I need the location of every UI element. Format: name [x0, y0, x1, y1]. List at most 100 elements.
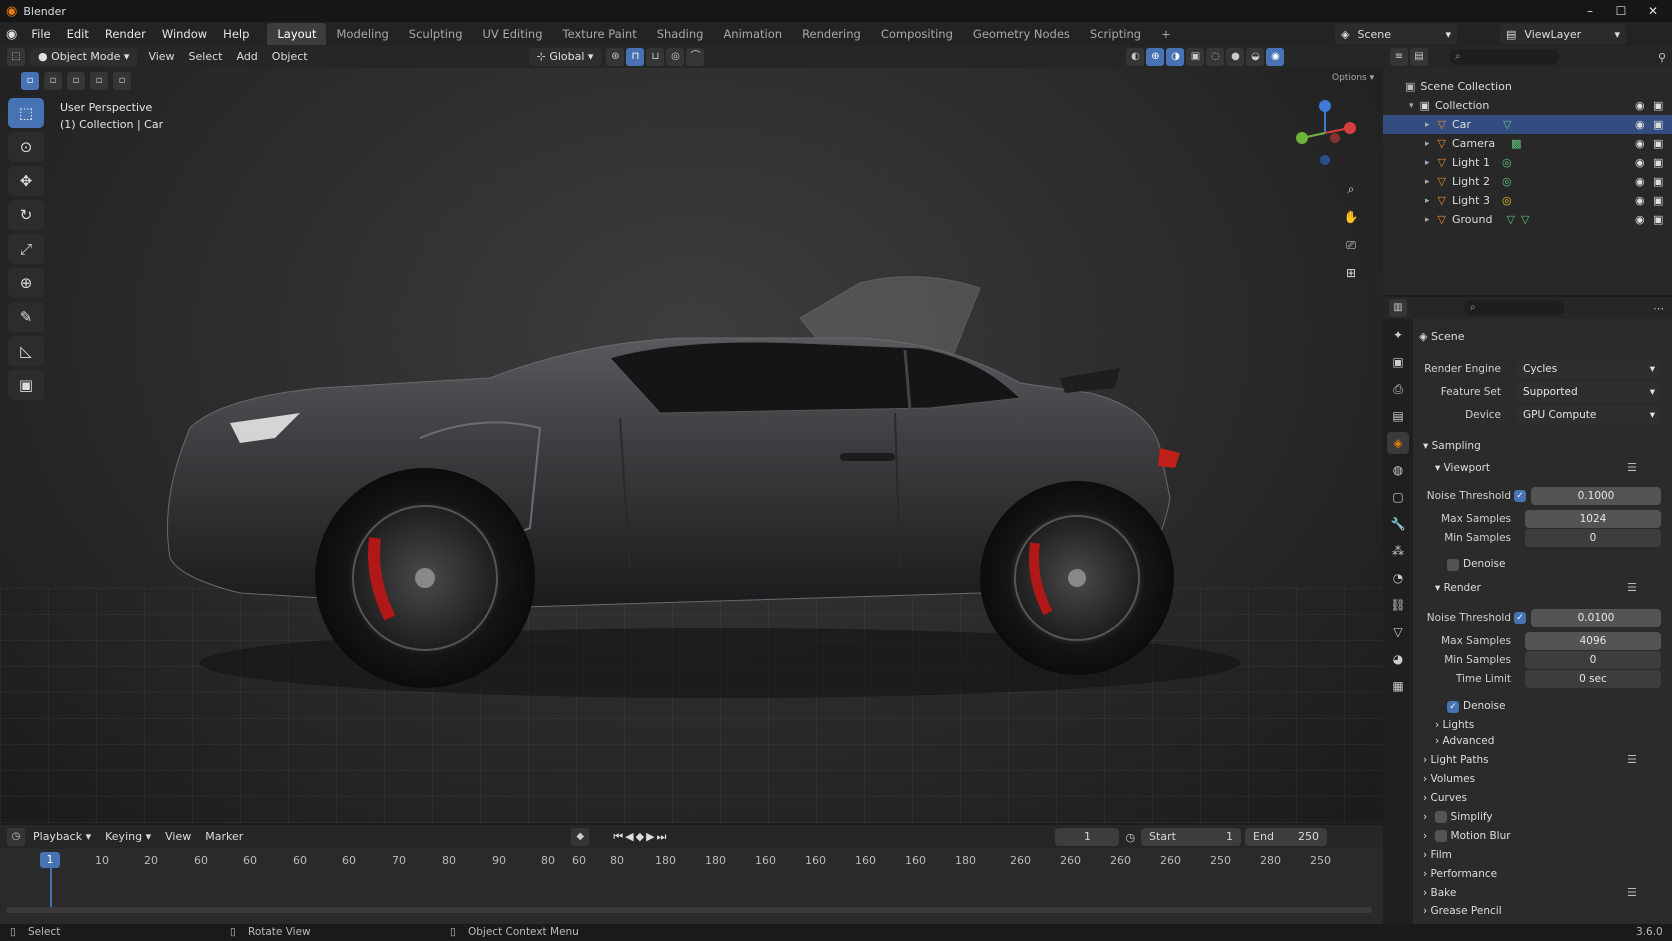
scene-selector[interactable]: ◈ Scene ▾ — [1335, 24, 1457, 44]
bake-panel[interactable]: › Bake — [1423, 887, 1456, 899]
view-layer-tab-icon[interactable]: ▤ — [1387, 405, 1409, 427]
chevron-right-icon[interactable]: ▸ — [1425, 215, 1430, 225]
chevron-down-icon[interactable]: ▾ — [1409, 101, 1414, 111]
menu-marker[interactable]: Marker — [198, 826, 250, 848]
render-engine-dropdown[interactable]: Cycles ▾ — [1517, 360, 1661, 378]
feature-set-dropdown[interactable]: Supported ▾ — [1517, 383, 1661, 401]
snap-icon[interactable]: ⊓ — [626, 48, 645, 66]
add-workspace-button[interactable]: + — [1151, 23, 1181, 45]
camera-icon[interactable]: ▣ — [1653, 213, 1663, 226]
presets-icon[interactable]: ☰ — [1627, 886, 1637, 899]
visibility-icon[interactable]: ◐ — [1126, 48, 1145, 66]
select-extend-icon[interactable]: ▫ — [44, 72, 62, 90]
viewport-subpanel[interactable]: ▾ Viewport — [1435, 462, 1490, 474]
display-mode-icon[interactable]: ▤ — [1410, 48, 1428, 66]
vp-max-samples-field[interactable]: 1024 — [1525, 510, 1661, 528]
select-intersect-icon[interactable]: ▫ — [113, 72, 131, 90]
material-tab-icon[interactable]: ◕ — [1387, 648, 1409, 670]
vp-noise-threshold-checkbox[interactable]: ✓ — [1514, 490, 1526, 502]
select-subtract-icon[interactable]: ▫ — [67, 72, 85, 90]
vp-noise-threshold-field[interactable]: 0.1000 — [1531, 487, 1661, 505]
select-invert-icon[interactable]: ▫ — [90, 72, 108, 90]
presets-icon[interactable]: ☰ — [1627, 461, 1637, 474]
outliner-item-light-2[interactable]: ▸ ▽ Light 2 ◎ ◉ ▣ — [1383, 172, 1672, 191]
cursor-tool[interactable]: ⊙ — [8, 132, 44, 162]
menu-file[interactable]: File — [23, 22, 58, 46]
menu-select[interactable]: Select — [182, 46, 230, 68]
select-new-icon[interactable]: ▫ — [21, 72, 39, 90]
performance-panel[interactable]: › Performance — [1423, 868, 1497, 880]
vp-denoise-label[interactable]: Denoise — [1463, 558, 1505, 570]
timeline[interactable]: 1 10 20 60 60 60 60 70 80 90 80 60 80 18… — [0, 849, 1383, 924]
presets-icon[interactable]: ☰ — [1627, 753, 1637, 766]
eye-icon[interactable]: ◉ — [1635, 194, 1645, 207]
select-box-tool[interactable]: ⬚ — [8, 98, 44, 128]
vp-min-samples-field[interactable]: 0 — [1525, 529, 1661, 547]
lights-subpanel[interactable]: › Lights — [1435, 719, 1474, 731]
camera-icon[interactable]: ▣ — [1653, 194, 1663, 207]
pivot-icon[interactable]: ⊛ — [606, 48, 625, 66]
keyframe-icon[interactable]: ◆ — [571, 828, 590, 846]
minimize-icon[interactable]: – — [1575, 2, 1605, 20]
tab-texture-paint[interactable]: Texture Paint — [553, 23, 647, 45]
outliner-scene-collection[interactable]: ▣ Scene Collection — [1383, 77, 1672, 96]
eye-icon[interactable]: ◉ — [1635, 137, 1645, 150]
properties-search-input[interactable]: ⌕ — [1464, 300, 1564, 316]
film-panel[interactable]: › Film — [1423, 849, 1452, 861]
output-tab-icon[interactable]: ⎙ — [1387, 378, 1409, 400]
outliner-collection[interactable]: ▾ ▣ Collection ◉ ▣ — [1383, 96, 1672, 115]
chevron-right-icon[interactable]: ▸ — [1425, 196, 1430, 206]
menu-help[interactable]: Help — [215, 22, 257, 46]
menu-add[interactable]: Add — [229, 46, 264, 68]
clock-icon[interactable]: ◷ — [1125, 831, 1135, 844]
close-icon[interactable]: ✕ — [1638, 2, 1668, 20]
camera-icon[interactable]: ▣ — [1653, 118, 1663, 131]
move-tool[interactable]: ✥ — [8, 166, 44, 196]
simplify-panel[interactable]: › Simplify — [1423, 811, 1493, 823]
r-noise-threshold-field[interactable]: 0.0100 — [1531, 609, 1661, 627]
navigation-gizmo[interactable] — [1290, 98, 1360, 168]
menu-playback[interactable]: Playback ▾ — [26, 826, 98, 848]
outliner-type-icon[interactable]: ≡ — [1390, 48, 1408, 66]
render-tab-icon[interactable]: ▣ — [1387, 351, 1409, 373]
texture-tab-icon[interactable]: ▦ — [1387, 675, 1409, 697]
tab-rendering[interactable]: Rendering — [792, 23, 871, 45]
proportional-edit-icon[interactable]: ◎ — [666, 48, 685, 66]
tab-uv-editing[interactable]: UV Editing — [473, 23, 553, 45]
camera-view-icon[interactable]: ⎚ — [1340, 234, 1362, 256]
volumes-panel[interactable]: › Volumes — [1423, 773, 1475, 785]
chevron-right-icon[interactable]: ▸ — [1425, 158, 1430, 168]
camera-icon[interactable]: ▣ — [1653, 137, 1663, 150]
presets-icon[interactable]: ☰ — [1627, 581, 1637, 594]
tool-tab-icon[interactable]: ✦ — [1387, 324, 1409, 346]
render-subpanel[interactable]: ▾ Render — [1435, 582, 1481, 594]
vp-denoise-checkbox[interactable] — [1447, 559, 1459, 571]
chevron-right-icon[interactable]: ▸ — [1425, 177, 1430, 187]
timeline-type-icon[interactable]: ◷ — [7, 828, 25, 846]
chevron-right-icon[interactable]: ▸ — [1425, 139, 1430, 149]
editor-type-icon[interactable]: ⬚ — [7, 48, 25, 66]
playhead[interactable]: 1 — [40, 852, 60, 868]
menu-window[interactable]: Window — [154, 22, 215, 46]
orientation-selector[interactable]: ⊹ Global ▾ — [528, 48, 602, 66]
camera-icon[interactable]: ▣ — [1653, 156, 1663, 169]
options-dropdown[interactable]: Options ▾ — [1332, 73, 1374, 83]
data-tab-icon[interactable]: ▽ — [1387, 621, 1409, 643]
tab-shading[interactable]: Shading — [647, 23, 714, 45]
outliner-item-camera[interactable]: ▸ ▽ Camera ▩ ◉ ▣ — [1383, 134, 1672, 153]
xray-icon[interactable]: ▣ — [1186, 48, 1205, 66]
menu-keying[interactable]: Keying ▾ — [98, 826, 158, 848]
rotate-tool[interactable]: ↻ — [8, 200, 44, 230]
scene-tab-icon[interactable]: ◈ — [1387, 432, 1409, 454]
properties-type-icon[interactable]: ▥ — [1389, 299, 1407, 317]
eye-icon[interactable]: ◉ — [1635, 156, 1645, 169]
pin-icon[interactable]: ⋯ — [1653, 302, 1664, 315]
blender-menu-icon[interactable]: ◉ — [0, 27, 23, 42]
transform-tool[interactable]: ⊕ — [8, 268, 44, 298]
grease-pencil-panel[interactable]: › Grease Pencil — [1423, 905, 1502, 917]
tab-scripting[interactable]: Scripting — [1080, 23, 1151, 45]
advanced-subpanel[interactable]: › Advanced — [1435, 735, 1494, 747]
gizmo-icon[interactable]: ⊕ — [1146, 48, 1165, 66]
maximize-icon[interactable]: ☐ — [1606, 2, 1636, 20]
physics-tab-icon[interactable]: ◔ — [1387, 567, 1409, 589]
